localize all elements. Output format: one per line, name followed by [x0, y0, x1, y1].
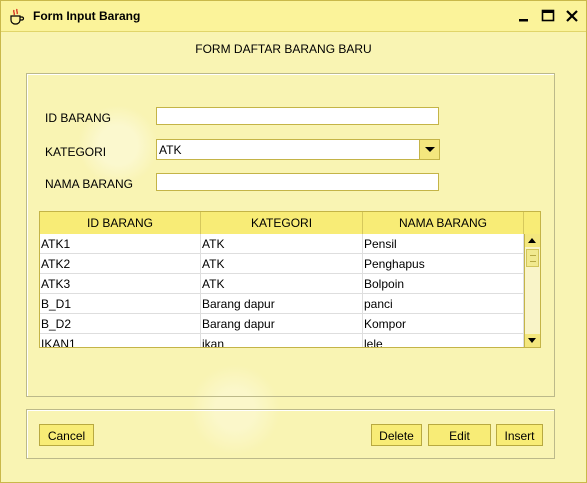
cell-id: ATK1 — [40, 234, 201, 253]
delete-button[interactable]: Delete — [371, 424, 422, 446]
table-row[interactable]: ATK1 ATK Pensil — [40, 234, 524, 254]
table-row[interactable]: ATK3 ATK Bolpoin — [40, 274, 524, 294]
column-header-id[interactable]: ID BARANG — [40, 212, 201, 234]
maximize-icon[interactable] — [539, 7, 557, 25]
title-bar[interactable]: Form Input Barang — [1, 1, 586, 32]
scroll-up-icon[interactable] — [525, 234, 540, 247]
cell-nama: Kompor — [363, 314, 524, 333]
nama-barang-input[interactable] — [156, 173, 439, 191]
table-row[interactable]: IKAN1 ikan lele — [40, 334, 524, 347]
cell-id: ATK3 — [40, 274, 201, 293]
nama-barang-label: NAMA BARANG — [45, 177, 134, 191]
cell-kategori: ATK — [201, 274, 363, 293]
table-row[interactable]: ATK2 ATK Penghapus — [40, 254, 524, 274]
table-row[interactable]: B_D2 Barang dapur Kompor — [40, 314, 524, 334]
cell-id: B_D2 — [40, 314, 201, 333]
cancel-button[interactable]: Cancel — [39, 424, 94, 446]
cell-kategori: Barang dapur — [201, 314, 363, 333]
kategori-selected-value: ATK — [159, 143, 182, 157]
cell-kategori: ATK — [201, 254, 363, 273]
table-header: ID BARANG KATEGORI NAMA BARANG — [40, 212, 524, 234]
id-barang-input[interactable] — [156, 107, 439, 125]
cell-nama: Pensil — [363, 234, 524, 253]
table-scrollbar[interactable] — [524, 234, 540, 347]
form-input-barang-window: Form Input Barang FORM DAFTAR BARANG BAR… — [0, 0, 587, 483]
column-header-nama[interactable]: NAMA BARANG — [363, 212, 524, 234]
kategori-label: KATEGORI — [45, 145, 107, 159]
table-row[interactable]: B_D1 Barang dapur panci — [40, 294, 524, 314]
close-icon[interactable] — [563, 7, 581, 25]
insert-button[interactable]: Insert — [496, 424, 543, 446]
cell-kategori: Barang dapur — [201, 294, 363, 313]
cell-nama: panci — [363, 294, 524, 313]
cell-nama: lele — [363, 334, 524, 347]
cell-id: IKAN1 — [40, 334, 201, 347]
kategori-select[interactable]: ATK — [156, 139, 440, 160]
java-cup-icon — [10, 8, 25, 25]
scroll-down-icon[interactable] — [525, 334, 540, 347]
cell-id: ATK2 — [40, 254, 201, 273]
cell-kategori: ATK — [201, 234, 363, 253]
cell-kategori: ikan — [201, 334, 363, 347]
cell-nama: Penghapus — [363, 254, 524, 273]
window-title: Form Input Barang — [33, 9, 141, 23]
edit-button[interactable]: Edit — [428, 424, 491, 446]
column-header-kategori[interactable]: KATEGORI — [201, 212, 363, 234]
form-heading: FORM DAFTAR BARANG BARU — [195, 42, 372, 56]
scrollbar-thumb[interactable] — [526, 249, 539, 267]
cell-nama: Bolpoin — [363, 274, 524, 293]
id-barang-label: ID BARANG — [45, 111, 112, 125]
minimize-icon[interactable] — [515, 7, 533, 25]
chevron-down-icon[interactable] — [419, 140, 439, 159]
cell-id: B_D1 — [40, 294, 201, 313]
barang-table[interactable]: ID BARANG KATEGORI NAMA BARANG ATK1 ATK … — [39, 211, 541, 348]
table-header-corner — [524, 212, 540, 234]
